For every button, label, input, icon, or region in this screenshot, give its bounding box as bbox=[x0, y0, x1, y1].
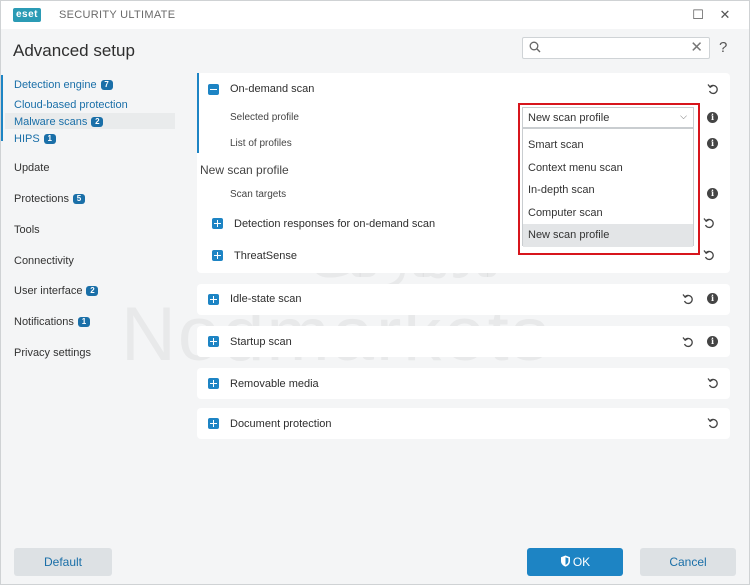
sidebar-item-detection-engine[interactable]: Detection engine 7 bbox=[14, 79, 113, 91]
sidebar-active-indicator bbox=[1, 75, 3, 141]
sidebar-item-label: Malware scans bbox=[14, 116, 88, 128]
sidebar-item-label: Notifications bbox=[14, 316, 74, 328]
cancel-button[interactable]: Cancel bbox=[640, 548, 736, 576]
count-badge: 7 bbox=[100, 80, 113, 90]
expand-icon[interactable] bbox=[208, 294, 219, 305]
revert-icon[interactable] bbox=[707, 417, 719, 429]
collapse-icon[interactable] bbox=[208, 84, 219, 95]
sidebar-item-label: Detection engine bbox=[14, 79, 97, 91]
ok-label: OK bbox=[572, 555, 591, 569]
sidebar-item-tools[interactable]: Tools bbox=[14, 224, 40, 236]
idle-state-scan-section[interactable]: Idle-state scan i bbox=[197, 284, 730, 315]
expand-icon[interactable] bbox=[212, 250, 223, 261]
title-bar: eset SECURITY ULTIMATE ☐ ✕ bbox=[1, 1, 749, 29]
sidebar-item-hips[interactable]: HIPS 1 bbox=[14, 133, 56, 145]
sidebar-item-protections[interactable]: Protections 5 bbox=[14, 193, 86, 205]
section-title[interactable]: Document protection bbox=[230, 418, 332, 430]
revert-icon[interactable] bbox=[703, 249, 715, 261]
info-icon[interactable]: i bbox=[707, 112, 718, 123]
revert-icon[interactable] bbox=[707, 377, 719, 389]
expand-icon[interactable] bbox=[208, 336, 219, 347]
section-title[interactable]: Removable media bbox=[230, 378, 319, 390]
detection-responses-title[interactable]: Detection responses for on-demand scan bbox=[234, 218, 435, 230]
count-badge: 2 bbox=[91, 117, 104, 127]
info-icon[interactable]: i bbox=[707, 336, 718, 347]
expand-icon[interactable] bbox=[208, 418, 219, 429]
page-title: Advanced setup bbox=[13, 41, 135, 60]
revert-icon[interactable] bbox=[682, 336, 694, 348]
revert-icon[interactable] bbox=[682, 293, 694, 305]
info-icon[interactable]: i bbox=[707, 293, 718, 304]
sidebar-item-update[interactable]: Update bbox=[14, 162, 49, 174]
app-name: SECURITY ULTIMATE bbox=[59, 9, 176, 21]
sidebar-item-label: Update bbox=[14, 162, 50, 174]
maximize-icon[interactable]: ☐ bbox=[687, 5, 709, 25]
startup-scan-section[interactable]: Startup scan i bbox=[197, 326, 730, 357]
ok-button[interactable]: OK bbox=[527, 548, 623, 576]
list-of-profiles-label: List of profiles bbox=[230, 138, 292, 149]
profile-name-overlay: New scan profile bbox=[200, 163, 289, 177]
sidebar-item-label: Tools bbox=[14, 224, 40, 236]
expand-icon[interactable] bbox=[208, 378, 219, 389]
threatsense-title[interactable]: ThreatSense bbox=[234, 250, 297, 262]
sidebar-item-label: Privacy settings bbox=[14, 347, 92, 359]
help-icon[interactable]: ? bbox=[719, 39, 727, 56]
expand-icon[interactable] bbox=[212, 218, 223, 229]
clear-search-icon[interactable]: ✕ bbox=[690, 39, 703, 57]
default-button[interactable]: Default bbox=[14, 548, 112, 576]
selected-profile-label: Selected profile bbox=[230, 112, 299, 123]
info-icon[interactable]: i bbox=[707, 188, 718, 199]
close-icon[interactable]: ✕ bbox=[714, 5, 736, 25]
search-input[interactable] bbox=[545, 40, 685, 56]
revert-icon[interactable] bbox=[703, 217, 715, 229]
sidebar-item-label: User interface bbox=[14, 285, 83, 297]
sidebar-item-label: Cloud-based protection bbox=[14, 99, 128, 111]
count-badge: 1 bbox=[77, 317, 90, 327]
sidebar-item-privacy-settings[interactable]: Privacy settings bbox=[14, 347, 91, 359]
highlight-frame bbox=[518, 103, 700, 255]
advanced-setup-window: eset SECURITY ULTIMATE ☐ ✕ Advanced setu… bbox=[0, 0, 750, 585]
revert-icon[interactable] bbox=[707, 83, 719, 95]
sidebar-item-malware-scans[interactable]: Malware scans 2 bbox=[14, 116, 104, 128]
search-icon bbox=[529, 41, 541, 56]
shield-icon bbox=[560, 555, 570, 567]
removable-media-section[interactable]: Removable media bbox=[197, 368, 730, 399]
count-badge: 1 bbox=[43, 134, 56, 144]
info-icon[interactable]: i bbox=[707, 138, 718, 149]
sidebar-item-label: Protections bbox=[14, 193, 70, 205]
scan-targets-label: Scan targets bbox=[230, 189, 287, 200]
section-title[interactable]: On-demand scan bbox=[230, 83, 314, 95]
search-box[interactable]: ✕ bbox=[522, 37, 710, 59]
section-title[interactable]: Startup scan bbox=[230, 336, 292, 348]
document-protection-section[interactable]: Document protection bbox=[197, 408, 730, 439]
sidebar-item-cloud-based-protection[interactable]: Cloud-based protection bbox=[14, 99, 128, 111]
sidebar-item-label: Connectivity bbox=[14, 255, 74, 267]
sidebar-item-connectivity[interactable]: Connectivity bbox=[14, 255, 74, 267]
count-badge: 5 bbox=[73, 194, 86, 204]
count-badge: 2 bbox=[86, 286, 99, 296]
section-title[interactable]: Idle-state scan bbox=[230, 293, 302, 305]
sidebar-item-notifications[interactable]: Notifications 1 bbox=[14, 316, 90, 328]
sidebar-item-label: HIPS bbox=[14, 133, 40, 145]
section-active-indicator bbox=[197, 73, 199, 153]
eset-logo: eset bbox=[13, 8, 42, 22]
sidebar-item-user-interface[interactable]: User interface 2 bbox=[14, 285, 99, 297]
